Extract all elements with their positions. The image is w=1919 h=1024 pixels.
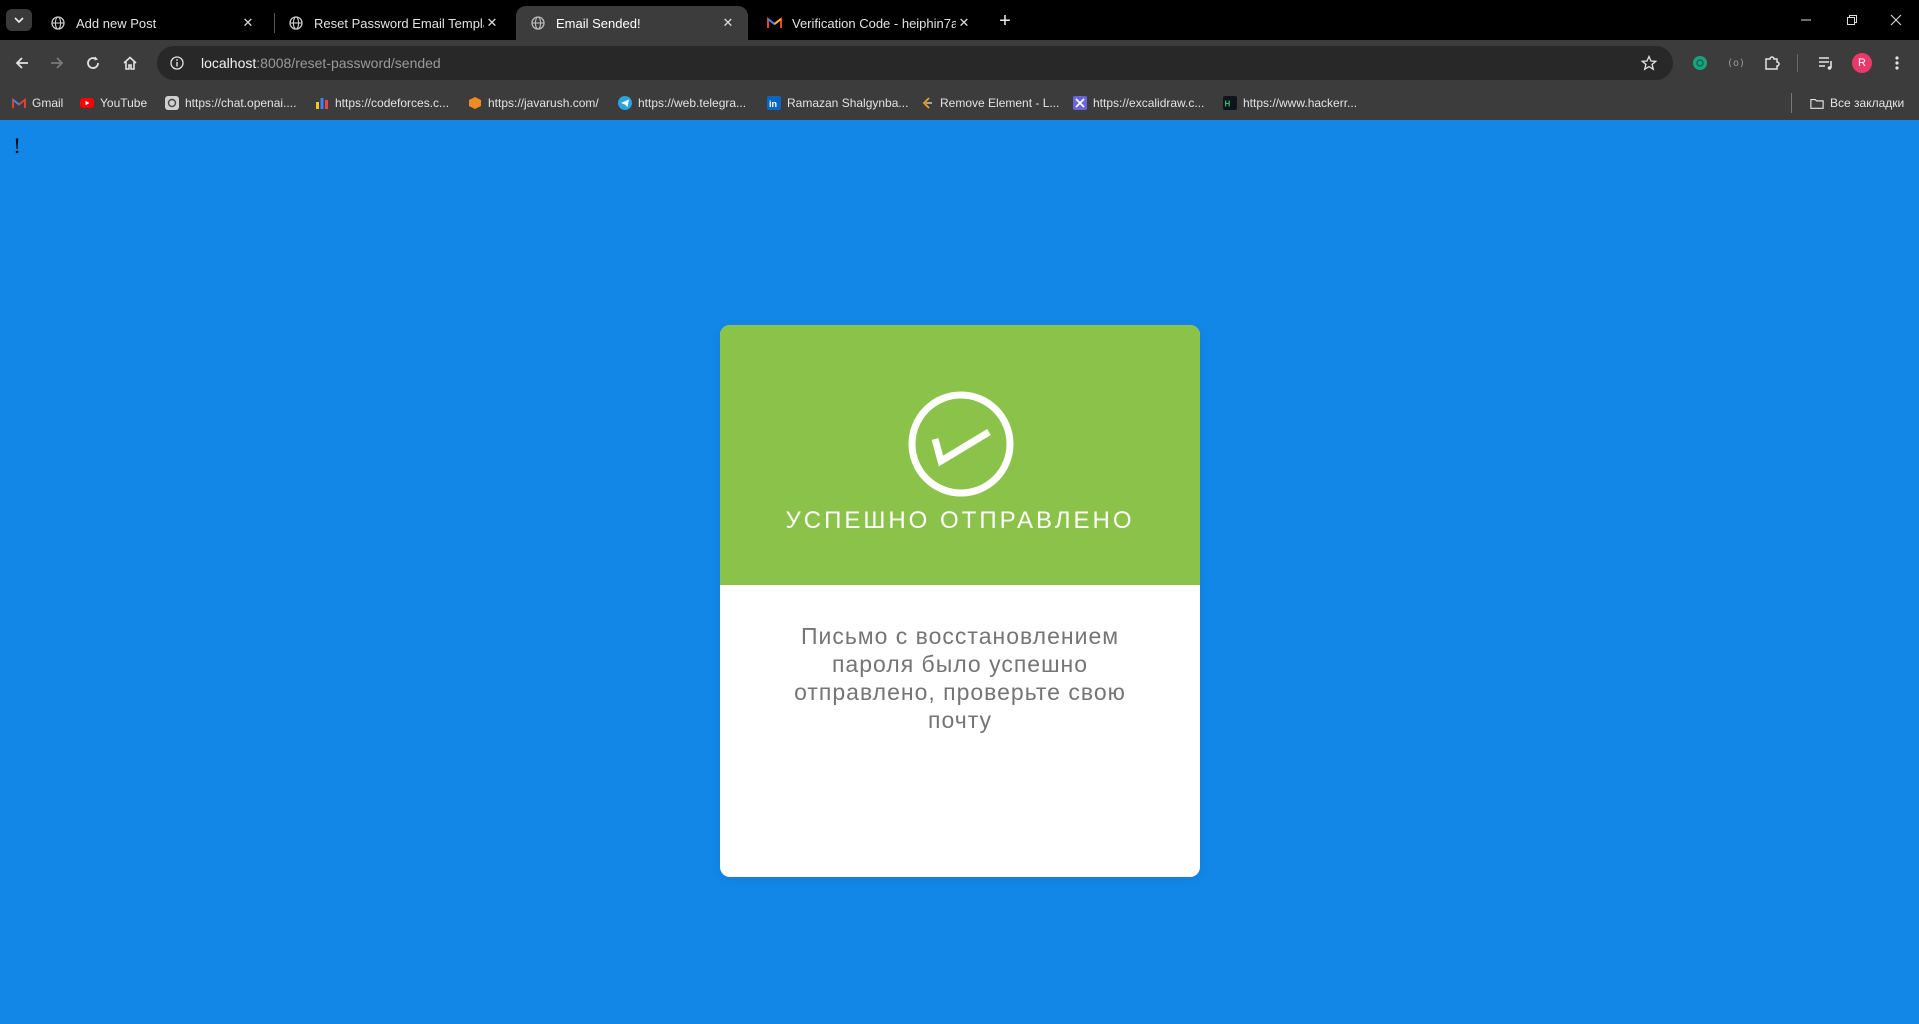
url-host: localhost (201, 55, 257, 71)
browser-toolbar: localhost:8008/reset-password/sended (o)… (0, 40, 1919, 86)
playlist-icon (1819, 57, 1832, 70)
bookmark-gmail[interactable]: Gmail (12, 93, 63, 113)
linkedin-icon: in (767, 96, 781, 110)
hackerrank-icon: H (1223, 96, 1237, 110)
url-text: localhost:8008/reset-password/sended (201, 55, 441, 71)
minimize-icon (1801, 19, 1811, 21)
puzzle-icon (1765, 56, 1780, 70)
close-tab-icon[interactable]: ✕ (484, 15, 500, 31)
tab-email-sended[interactable]: Email Sended! ✕ (516, 6, 748, 40)
svg-text:H: H (1225, 100, 1231, 109)
broadcast-icon: (o) (1726, 57, 1746, 69)
browser-menu-button[interactable] (1883, 49, 1911, 77)
tab-add-new-post[interactable]: Add new Post ✕ (36, 6, 268, 40)
success-title: УСПЕШНО ОТПРАВЛЕНО (785, 507, 1135, 534)
bookmark-leetcode[interactable]: Remove Element - L... (920, 93, 1059, 113)
forward-button[interactable] (43, 49, 71, 77)
more-vertical-icon (1895, 56, 1899, 70)
new-tab-button[interactable]: + (993, 10, 1017, 32)
bookmark-javarush[interactable]: https://javarush.com/ (468, 93, 599, 113)
bookmark-linkedin[interactable]: in Ramazan Shalgynba... (767, 93, 908, 113)
home-button[interactable] (116, 49, 144, 77)
excalidraw-icon (1073, 96, 1087, 110)
minimize-button[interactable] (1783, 6, 1829, 34)
bookmarks-bar: Gmail YouTube https://chat.openai.... ht… (0, 86, 1919, 120)
leetcode-icon (920, 96, 934, 110)
globe-icon (530, 15, 546, 31)
tab-strip: Add new Post ✕ Reset Password Email Temp… (0, 0, 1919, 40)
toolbar-divider (1797, 54, 1798, 72)
bookmark-label: https://web.telegra... (638, 96, 747, 110)
bookmark-youtube[interactable]: YouTube (80, 93, 147, 113)
reload-button[interactable] (79, 49, 107, 77)
bookmark-star-icon[interactable] (1637, 51, 1661, 75)
chevron-down-icon (14, 17, 24, 24)
url-path: :8008/reset-password/sended (256, 55, 441, 71)
close-tab-icon[interactable]: ✕ (240, 15, 256, 31)
gmail-icon (766, 15, 782, 31)
folder-icon (1810, 96, 1824, 110)
site-info-icon[interactable] (165, 51, 189, 75)
globe-icon (50, 15, 66, 31)
bookmark-label: Gmail (32, 96, 64, 110)
javarush-icon (468, 96, 482, 110)
bookmarks-divider (1791, 93, 1792, 113)
bookmark-label: https://codeforces.c... (335, 96, 450, 110)
bookmark-excalidraw[interactable]: https://excalidraw.c... (1073, 93, 1204, 113)
check-circle-icon (908, 391, 1014, 497)
reload-icon (87, 56, 99, 69)
close-tab-icon[interactable]: ✕ (956, 15, 972, 31)
bookmark-label: https://javarush.com/ (488, 96, 599, 110)
openai-icon (165, 96, 179, 110)
stray-text: ! (13, 134, 22, 158)
bookmark-telegram[interactable]: https://web.telegra... (618, 93, 746, 113)
tab-title: Add new Post (76, 15, 157, 31)
bookmark-label: Ramazan Shalgynba... (787, 96, 909, 110)
codeforces-icon (315, 96, 329, 110)
profile-avatar[interactable]: R (1852, 53, 1872, 73)
success-card: УСПЕШНО ОТПРАВЛЕНО Письмо с восстановлен… (720, 325, 1200, 877)
bookmark-label: https://excalidraw.c... (1093, 96, 1205, 110)
extension-broadcast-button[interactable]: (o) (1722, 49, 1750, 77)
address-bar[interactable]: localhost:8008/reset-password/sended (157, 46, 1673, 80)
tab-title: Verification Code - heiphin7and (792, 15, 956, 31)
bookmark-label: https://chat.openai.... (185, 96, 297, 110)
extensions-button[interactable] (1758, 49, 1786, 77)
media-controls-button[interactable] (1812, 49, 1840, 77)
close-tab-icon[interactable]: ✕ (720, 15, 736, 31)
close-icon (1890, 14, 1902, 26)
extension-chatgpt-button[interactable] (1686, 49, 1714, 77)
bookmark-label: https://www.hackerr... (1243, 96, 1358, 110)
tab-search-button[interactable] (6, 9, 32, 31)
arrow-right-icon (51, 57, 64, 69)
svg-text:in: in (769, 99, 777, 109)
all-bookmarks-folder[interactable]: Все закладки (1810, 93, 1904, 113)
bookmark-label: YouTube (100, 96, 148, 110)
youtube-icon (80, 96, 94, 110)
globe-icon (288, 15, 304, 31)
bookmark-codeforces[interactable]: https://codeforces.c... (315, 93, 449, 113)
home-icon (123, 56, 137, 70)
tab-title: Email Sended! (556, 15, 641, 31)
success-card-header: УСПЕШНО ОТПРАВЛЕНО (720, 325, 1200, 585)
close-window-button[interactable] (1873, 6, 1919, 34)
bookmark-label: Все закладки (1830, 96, 1905, 110)
bookmark-chatgpt[interactable]: https://chat.openai.... (165, 93, 296, 113)
openai-extension-icon (1693, 56, 1707, 70)
telegram-icon (618, 96, 632, 110)
back-button[interactable] (8, 49, 36, 77)
gmail-icon (12, 96, 26, 110)
bookmark-label: Remove Element - L... (940, 96, 1060, 110)
tab-verification-code[interactable]: Verification Code - heiphin7and ✕ (752, 6, 984, 40)
tab-reset-password-template[interactable]: Reset Password Email Template ✕ (274, 6, 512, 40)
success-message: Письмо с восстановлением пароля было усп… (794, 623, 1126, 733)
arrow-left-icon (15, 57, 28, 69)
bookmark-hackerrank[interactable]: H https://www.hackerr... (1223, 93, 1357, 113)
restore-button[interactable] (1829, 6, 1875, 34)
restore-icon (1847, 15, 1857, 25)
tab-title: Reset Password Email Template (314, 15, 484, 31)
